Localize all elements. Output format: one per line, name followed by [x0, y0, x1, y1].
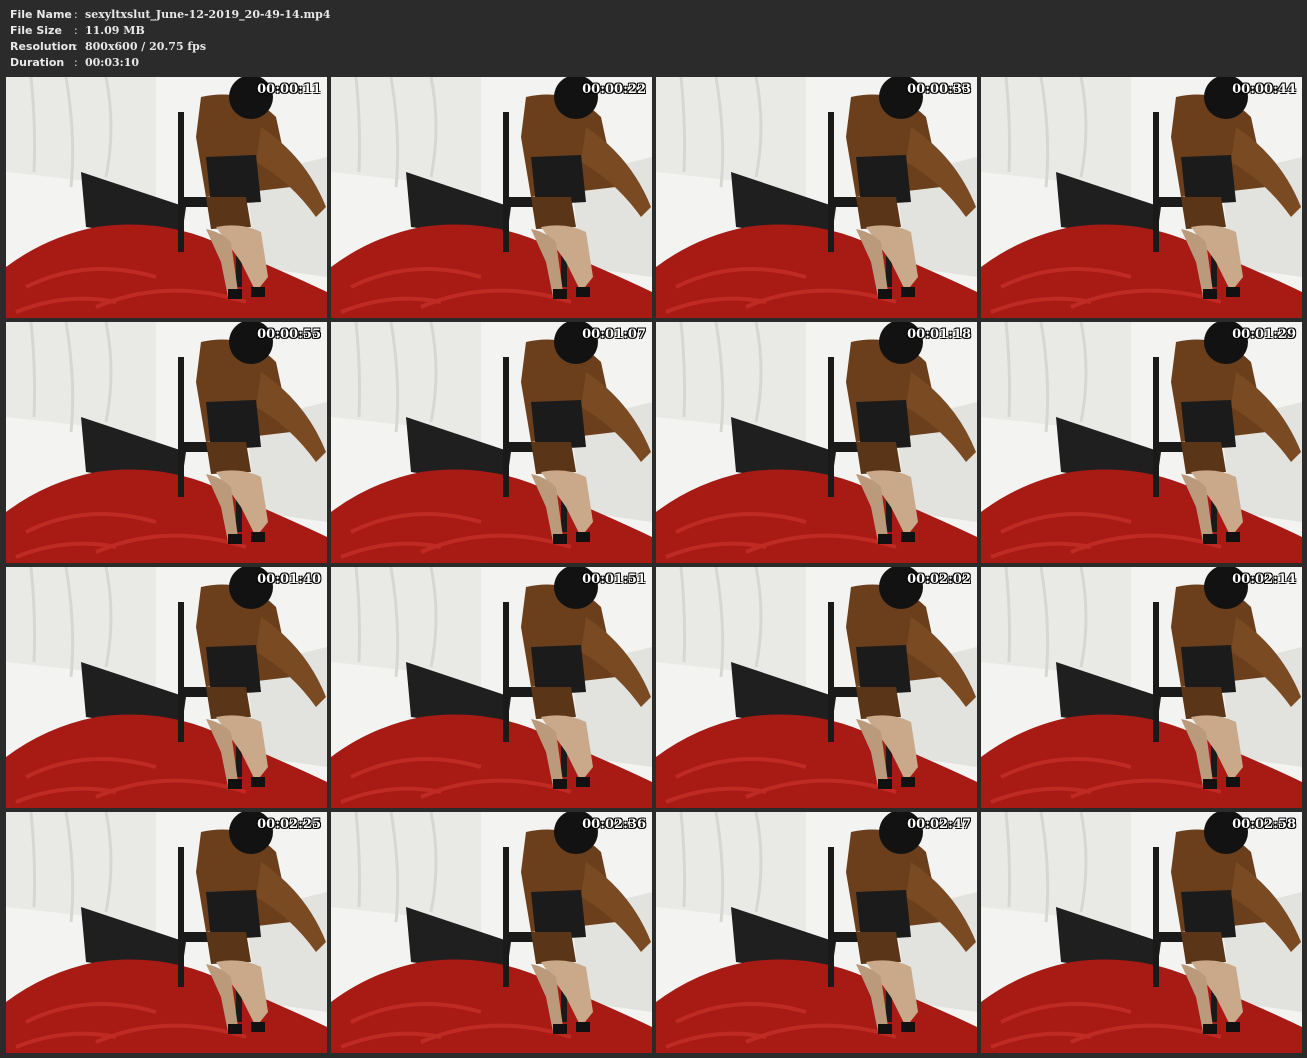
- video-thumbnail-13[interactable]: 00:02:25: [6, 812, 327, 1053]
- frame-image: [656, 322, 977, 563]
- frame-image: [656, 812, 977, 1053]
- video-thumbnail-5[interactable]: 00:00:55: [6, 322, 327, 563]
- thumbnail-timestamp: 00:01:51: [582, 572, 646, 587]
- video-thumbnail-12[interactable]: 00:02:14: [981, 567, 1302, 808]
- thumbnail-timestamp: 00:02:36: [582, 817, 646, 832]
- thumbnail-timestamp: 00:00:11: [257, 82, 321, 97]
- thumbnail-timestamp: 00:01:40: [257, 572, 321, 587]
- video-thumbnail-7[interactable]: 00:01:18: [656, 322, 977, 563]
- resolution-value: 800x600 / 20.75 fps: [85, 40, 207, 53]
- thumbnail-timestamp: 00:02:58: [1232, 817, 1296, 832]
- frame-image: [981, 812, 1302, 1053]
- thumbnail-timestamp: 00:02:25: [257, 817, 321, 832]
- separator: :: [74, 40, 78, 53]
- thumbnail-timestamp: 00:02:14: [1232, 572, 1296, 587]
- thumbnail-timestamp: 00:01:29: [1232, 327, 1296, 342]
- video-thumbnail-4[interactable]: 00:00:44: [981, 77, 1302, 318]
- video-thumbnail-11[interactable]: 00:02:02: [656, 567, 977, 808]
- resolution-row: Resolution : 800x600 / 20.75 fps: [10, 39, 331, 55]
- thumbnail-timestamp: 00:00:44: [1232, 82, 1296, 97]
- video-thumbnail-1[interactable]: 00:00:11: [6, 77, 327, 318]
- frame-image: [331, 322, 652, 563]
- thumbnail-timestamp: 00:02:02: [907, 572, 971, 587]
- file-name-label: File Name: [10, 8, 72, 21]
- file-size-row: File Size : 11.09 MB: [10, 23, 331, 39]
- frame-image: [6, 567, 327, 808]
- duration-row: Duration : 00:03:10: [10, 55, 331, 71]
- video-thumbnail-15[interactable]: 00:02:47: [656, 812, 977, 1053]
- video-thumbnail-2[interactable]: 00:00:22: [331, 77, 652, 318]
- thumbnail-timestamp: 00:00:55: [257, 327, 321, 342]
- separator: :: [74, 8, 78, 21]
- frame-image: [656, 567, 977, 808]
- frame-image: [981, 322, 1302, 563]
- video-thumbnail-9[interactable]: 00:01:40: [6, 567, 327, 808]
- frame-image: [981, 567, 1302, 808]
- video-thumbnail-6[interactable]: 00:01:07: [331, 322, 652, 563]
- thumbnail-timestamp: 00:00:22: [582, 82, 646, 97]
- video-thumbnail-8[interactable]: 00:01:29: [981, 322, 1302, 563]
- thumbnail-timestamp: 00:01:18: [907, 327, 971, 342]
- frame-image: [656, 77, 977, 318]
- thumbnail-timestamp: 00:00:33: [907, 82, 971, 97]
- frame-image: [6, 322, 327, 563]
- file-name-row: File Name : sexyltxslut_June-12-2019_20-…: [10, 7, 331, 23]
- file-name-value: sexyltxslut_June-12-2019_20-49-14.mp4: [85, 8, 331, 21]
- frame-image: [331, 77, 652, 318]
- thumbnail-grid: 00:00:11 00:00:22 00:00:33 00:00:44 00:0…: [6, 77, 1302, 1053]
- thumbnail-timestamp: 00:02:47: [907, 817, 971, 832]
- video-thumbnail-16[interactable]: 00:02:58: [981, 812, 1302, 1053]
- frame-image: [981, 77, 1302, 318]
- frame-image: [6, 812, 327, 1053]
- frame-image: [331, 812, 652, 1053]
- file-size-label: File Size: [10, 24, 62, 37]
- resolution-label: Resolution: [10, 40, 77, 53]
- frame-image: [6, 77, 327, 318]
- frame-image: [331, 567, 652, 808]
- separator: :: [74, 56, 78, 69]
- duration-label: Duration: [10, 56, 65, 69]
- contact-sheet: File Name : sexyltxslut_June-12-2019_20-…: [0, 0, 1307, 1058]
- file-size-value: 11.09 MB: [85, 24, 145, 37]
- video-thumbnail-14[interactable]: 00:02:36: [331, 812, 652, 1053]
- duration-value: 00:03:10: [85, 56, 140, 69]
- video-thumbnail-10[interactable]: 00:01:51: [331, 567, 652, 808]
- separator: :: [74, 24, 78, 37]
- file-info-header: File Name : sexyltxslut_June-12-2019_20-…: [10, 7, 331, 71]
- video-thumbnail-3[interactable]: 00:00:33: [656, 77, 977, 318]
- thumbnail-timestamp: 00:01:07: [582, 327, 646, 342]
